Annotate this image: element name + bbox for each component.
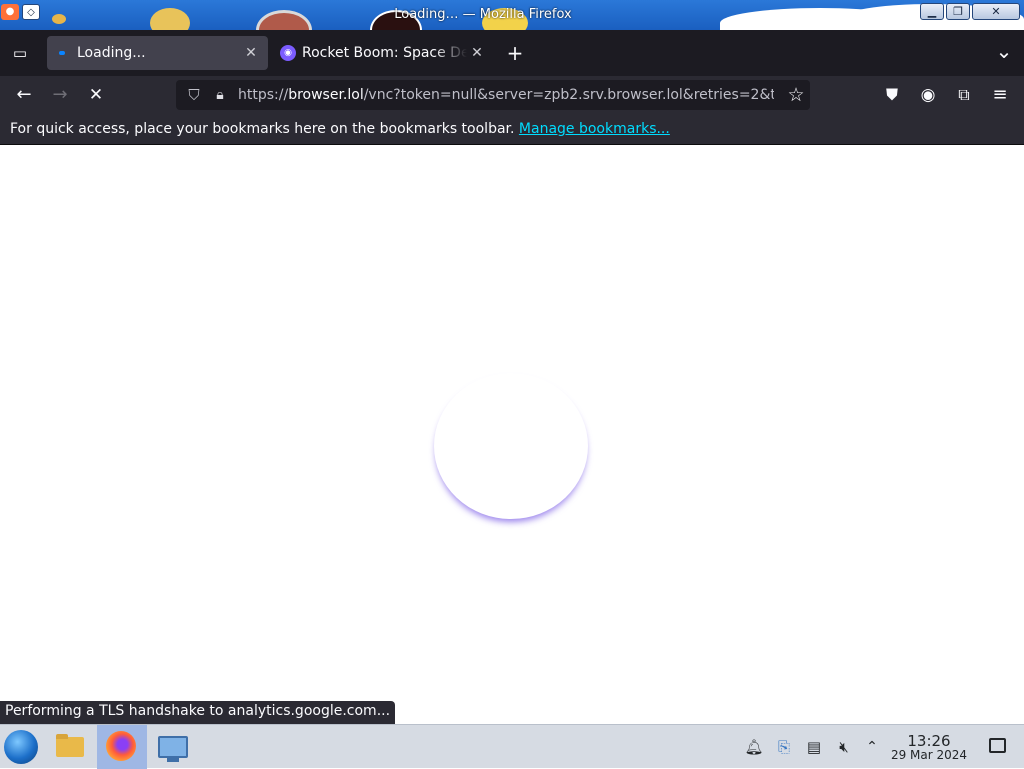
system-settings-icon[interactable]: [155, 729, 191, 765]
taskbar-firefox-task[interactable]: [97, 725, 147, 769]
discord-icon: ◉: [280, 45, 296, 61]
url-text[interactable]: https://browser.lol/vnc?token=null&serve…: [238, 87, 776, 103]
maximize-button[interactable]: ❐: [946, 3, 970, 20]
close-tab-icon[interactable]: ✕: [241, 43, 261, 63]
loading-spinner: [434, 373, 588, 519]
navigation-toolbar: ← → ✕ ⛉ 🔒︎ https://browser.lol/vnc?token…: [0, 76, 1024, 114]
tracking-protection-shield-icon[interactable]: ⛉: [184, 84, 204, 106]
minimize-button[interactable]: ▁: [920, 3, 944, 20]
tab-loading[interactable]: Loading... ✕: [47, 36, 268, 70]
taskbar: 🔔︎ ⎘ ▤ 🔇︎ ⌃ 13:26 29 Mar 2024: [0, 724, 1024, 769]
extensions-icon[interactable]: ⧉: [949, 80, 979, 110]
account-icon[interactable]: ◉: [913, 80, 943, 110]
stop-button[interactable]: ✕: [81, 80, 111, 110]
page-content: [0, 145, 1024, 723]
window-title: Loading… — Mozilla Firefox: [394, 7, 572, 22]
close-tab-icon[interactable]: ✕: [467, 43, 487, 63]
tab-rocket-boom[interactable]: ◉ Rocket Boom: Space Des ✕: [270, 36, 490, 70]
new-tab-button[interactable]: +: [500, 38, 530, 68]
tab-label: Loading...: [77, 45, 146, 61]
list-all-tabs-button[interactable]: ⌄: [989, 36, 1019, 66]
back-button[interactable]: ←: [9, 80, 39, 110]
tab-strip: ▭ Loading... ✕ ◉ Rocket Boom: Space Des …: [0, 30, 1024, 76]
menu-icon[interactable]: ≡: [985, 80, 1015, 110]
url-path: /vnc?token=null&server=zpb2.srv.browser.…: [363, 87, 776, 103]
pocket-icon[interactable]: ⛊: [877, 80, 907, 110]
url-scheme: https://: [238, 87, 289, 103]
bookmarks-hint-text: For quick access, place your bookmarks h…: [10, 121, 515, 137]
lock-icon[interactable]: 🔒︎: [210, 84, 230, 106]
start-menu-button[interactable]: [4, 730, 38, 764]
tab-label: Rocket Boom: Space Des: [302, 45, 467, 61]
loading-dot-icon: [59, 51, 65, 55]
file-manager-icon[interactable]: [52, 729, 88, 765]
firefox-icon: [106, 731, 136, 761]
bookmarks-toolbar: For quick access, place your bookmarks h…: [0, 114, 1024, 145]
clipboard-icon[interactable]: ⎘: [773, 737, 795, 757]
forward-button[interactable]: →: [45, 80, 75, 110]
volume-muted-icon[interactable]: 🔇︎: [833, 737, 855, 757]
manage-bookmarks-link[interactable]: Manage bookmarks...: [519, 121, 670, 137]
window-titlebar[interactable]: ● ◇ Loading… — Mozilla Firefox ▁ ❐ ✕: [0, 0, 1024, 30]
close-button[interactable]: ✕: [972, 3, 1020, 20]
bookmark-star-icon[interactable]: ☆: [781, 80, 810, 110]
notifications-bell-icon[interactable]: 🔔︎: [743, 737, 765, 757]
firefox-view-icon[interactable]: ▭: [5, 38, 35, 68]
url-bar[interactable]: ⛉ 🔒︎ https://browser.lol/vnc?token=null&…: [176, 80, 810, 110]
status-panel: Performing a TLS handshake to analytics.…: [0, 701, 396, 724]
bookmarks-hint: For quick access, place your bookmarks h…: [10, 121, 670, 137]
clipboard-manager-icon[interactable]: ▤: [803, 737, 825, 757]
url-host: browser.lol: [288, 87, 364, 103]
show-desktop-icon[interactable]: [989, 738, 1006, 753]
show-hidden-icons-icon[interactable]: ⌃: [861, 737, 883, 757]
clock-date[interactable]: 29 Mar 2024: [888, 748, 970, 762]
